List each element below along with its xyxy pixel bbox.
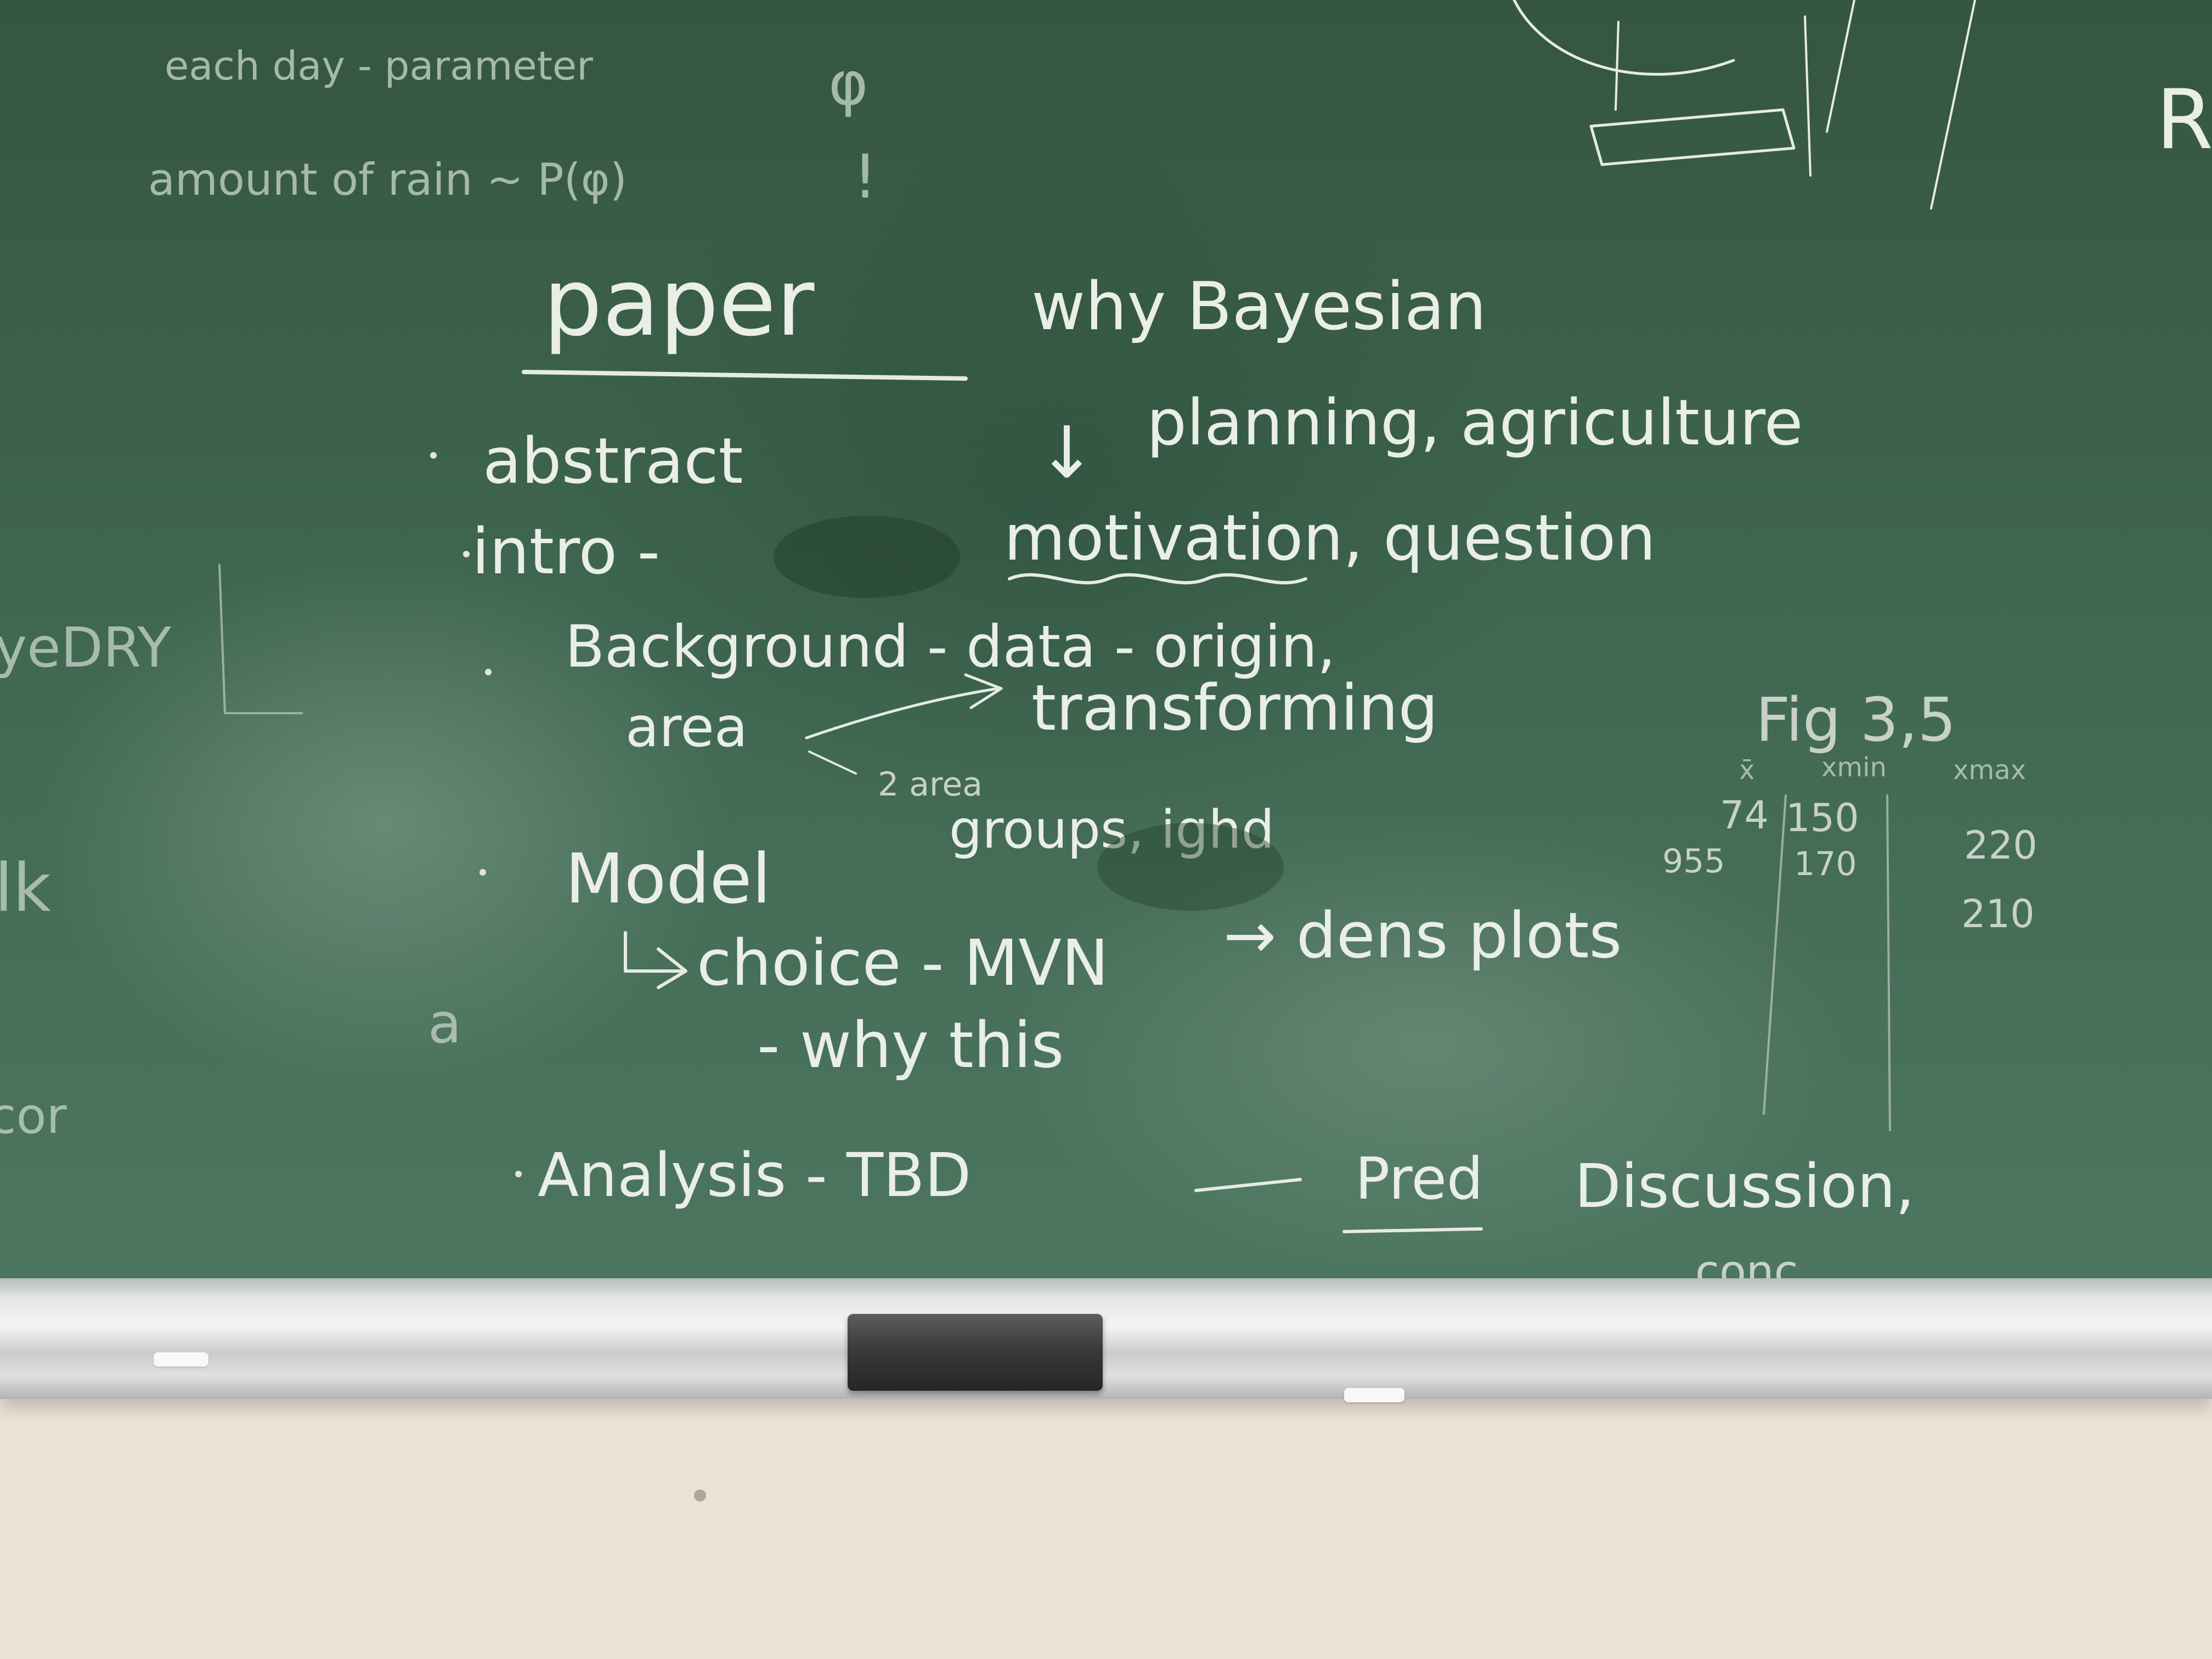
table-row1-xmin: 150 <box>1786 795 1859 840</box>
top-right-fragment-r: R <box>2156 72 2212 168</box>
erased-smudge <box>1097 823 1284 911</box>
outline-discussion: Discussion, <box>1575 1151 1915 1221</box>
table-heading: Fig 3,5 <box>1756 685 1956 755</box>
note-phi-symbol: φ <box>828 48 868 119</box>
chalkboard-eraser <box>848 1314 1103 1391</box>
outline-dens-plots: → dens plots <box>1223 899 1622 973</box>
chalkboard: R each day - parameter φ amount of rain … <box>0 0 2212 1289</box>
table-row1-mean: 74 <box>1720 793 1769 838</box>
text-planning-agriculture: planning, agriculture <box>1147 386 1803 460</box>
erased-smudge <box>774 516 960 598</box>
table-col-header-xmax: xmax <box>1953 755 2026 786</box>
left-fragment-yedry: yeDRY <box>0 616 172 680</box>
chalk-tray <box>0 1278 2212 1399</box>
model-sub-arrow <box>624 931 687 989</box>
heading-why-bayesian: why Bayesian <box>1031 269 1487 345</box>
table-col-header-mean: x̄ <box>1739 755 1754 786</box>
down-arrow: ↓ <box>1037 411 1097 494</box>
top-right-sketch: R <box>1513 0 2212 210</box>
heading-underline <box>522 370 968 381</box>
outline-transforming: transforming <box>1031 672 1438 745</box>
table-row2-xmin: 170 <box>1794 845 1857 883</box>
table-divider-2 <box>1886 794 1891 1131</box>
pred-underline <box>1342 1227 1483 1233</box>
heading-paper: paper <box>543 249 815 357</box>
wall-mark <box>694 1489 706 1502</box>
left-fragment-a: a <box>428 991 461 1056</box>
outline-intro: intro - <box>472 515 660 589</box>
outline-motivation-question: motivation, question <box>1004 501 1656 575</box>
table-row2-xmax: 210 <box>1961 891 2035 936</box>
left-fragment-cor: cor <box>0 1087 67 1145</box>
table-row2-mean: 955 <box>1662 842 1725 881</box>
note-each-day: each day - parameter <box>165 43 593 89</box>
table-col-header-xmin: xmin <box>1821 752 1887 783</box>
outline-why-this: - why this <box>757 1009 1064 1082</box>
area-arrow <box>805 687 1000 740</box>
chalk-piece <box>1344 1388 1404 1402</box>
note-amount-of-rain: amount of rain ~ P(φ) <box>148 154 627 205</box>
outline-area: area <box>625 695 748 759</box>
chalk-writing: R each day - parameter φ amount of rain … <box>0 0 2212 1289</box>
left-fragment-lk: lk <box>0 850 51 927</box>
motivation-squiggle <box>1008 573 1307 585</box>
outline-background: Background - data - origin, <box>565 613 1336 680</box>
table-row1-xmax: 220 <box>1964 823 2038 868</box>
chalk-piece <box>154 1352 208 1367</box>
table-divider-1 <box>1763 794 1787 1115</box>
outline-pred: Pred <box>1355 1146 1483 1212</box>
outline-choice-mvn: choice - MVN <box>697 927 1109 1000</box>
outline-two-area: 2 area <box>878 765 983 804</box>
outline-model: Model <box>565 839 771 919</box>
outline-abstract: abstract <box>483 425 743 498</box>
outline-analysis: Analysis - TBD <box>538 1140 971 1210</box>
note-exclaim: ! <box>853 142 877 212</box>
